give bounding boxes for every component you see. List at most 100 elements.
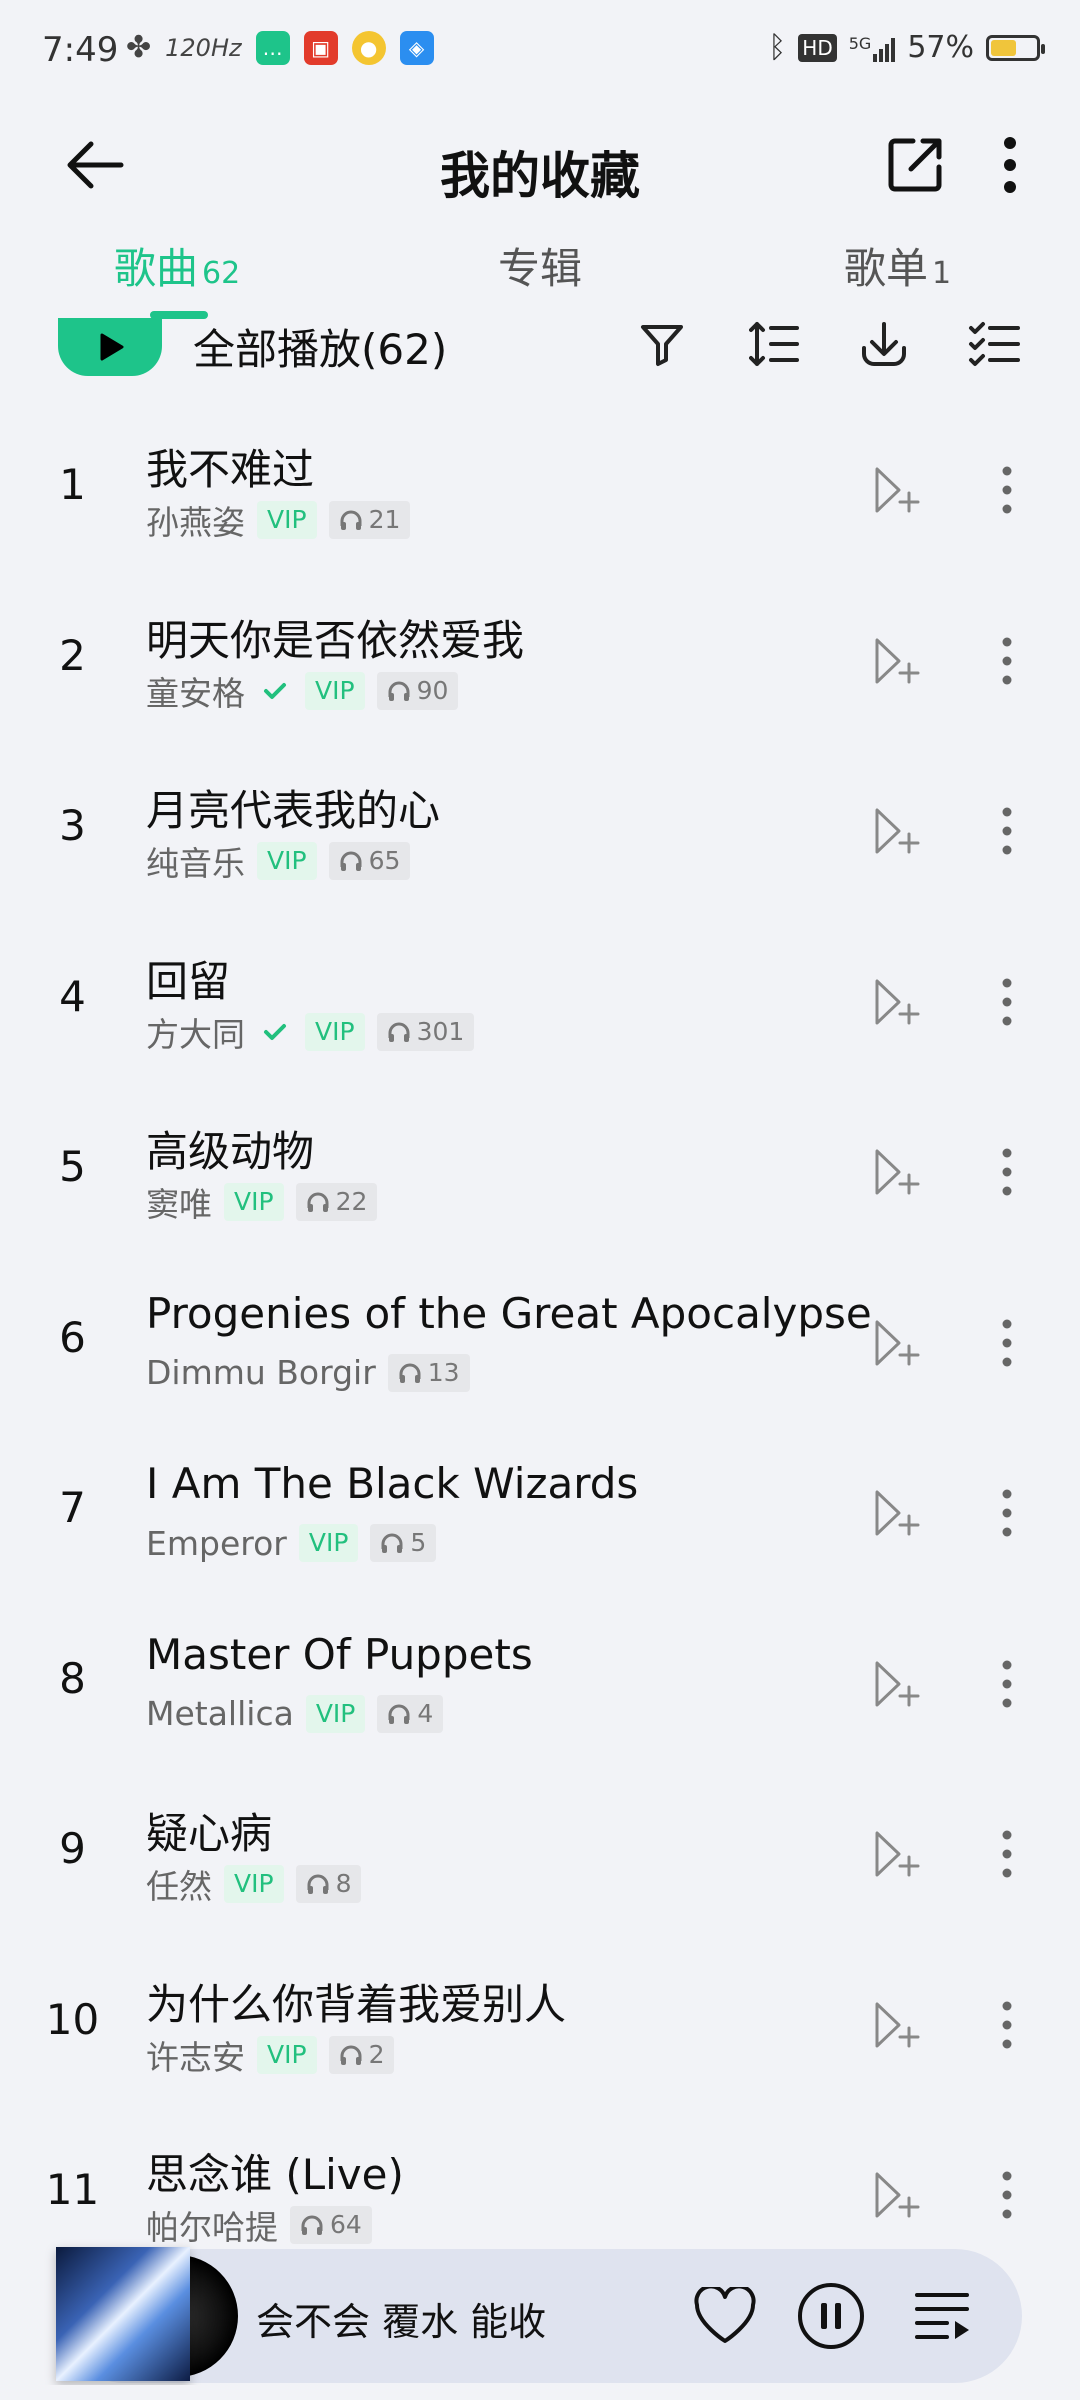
filter-button[interactable] (632, 314, 692, 374)
song-artist[interactable]: 童安格 (146, 667, 245, 715)
add-to-playlist-button[interactable] (868, 1826, 924, 1882)
song-row[interactable]: 7 I Am The Black Wizards Emperor VIP 5 (0, 1423, 1080, 1594)
song-artist[interactable]: 窦唯 (146, 1178, 212, 1226)
headphones-icon (307, 1192, 329, 1212)
add-to-playlist-button[interactable] (868, 803, 924, 859)
now-playing-title: 会不会 覆水 能收 (256, 2300, 547, 2344)
add-to-playlist-button[interactable] (868, 2167, 924, 2223)
song-row[interactable]: 5 高级动物 窦唯 VIP 22 (0, 1082, 1080, 1253)
add-to-playlist-icon (875, 2002, 920, 2047)
add-to-playlist-button[interactable] (868, 1656, 924, 1712)
headphones-icon (399, 1363, 421, 1383)
add-to-playlist-button[interactable] (868, 974, 924, 1030)
download-button[interactable] (854, 314, 914, 374)
headphones-icon (388, 681, 410, 701)
song-more-button[interactable] (985, 972, 1029, 1032)
song-more-button[interactable] (985, 1483, 1029, 1543)
song-artist[interactable]: Metallica (146, 1694, 294, 1733)
song-row[interactable]: 10 为什么你背着我爱别人 许志安 VIP 2 (0, 1935, 1080, 2106)
song-row[interactable]: 4 回留 方大同 VIP 301 (0, 912, 1080, 1083)
song-index: 10 (45, 1994, 100, 2044)
song-row[interactable]: 2 明天你是否依然爱我 童安格 VIP 90 (0, 571, 1080, 742)
sort-icon (749, 322, 799, 366)
like-button[interactable] (686, 2277, 764, 2355)
vip-badge: VIP (224, 1865, 284, 1903)
play-all-label[interactable]: 全部播放(62) (193, 316, 447, 377)
song-more-button[interactable] (985, 1995, 1029, 2055)
song-more-button[interactable] (985, 1142, 1029, 1202)
status-time: 7:49 (42, 30, 119, 70)
song-row[interactable]: 6 Progenies of the Great Apocalypse Dimm… (0, 1253, 1080, 1424)
song-row[interactable]: 9 疑心病 任然 VIP 8 (0, 1764, 1080, 1935)
add-to-playlist-button[interactable] (868, 1144, 924, 1200)
filter-icon (641, 325, 683, 366)
song-title: 我不难过 (146, 445, 315, 494)
more-options-button[interactable] (985, 130, 1035, 200)
song-more-button[interactable] (985, 1313, 1029, 1373)
song-artist[interactable]: 纯音乐 (146, 837, 245, 885)
multi-select-button[interactable] (964, 314, 1024, 374)
add-to-playlist-button[interactable] (868, 1997, 924, 2053)
mini-player[interactable]: 会不会 覆水 能收 (56, 2247, 1022, 2385)
song-artist[interactable]: Dimmu Borgir (146, 1353, 376, 1392)
tab-songs[interactable]: 歌曲 62 (114, 235, 240, 296)
song-meta: 方大同 VIP 301 (146, 1012, 475, 1054)
listen-count-badge: 65 (328, 842, 411, 880)
vip-badge: VIP (305, 671, 365, 710)
song-more-button[interactable] (985, 1654, 1029, 1714)
listen-count: 2 (368, 2039, 385, 2069)
song-more-button[interactable] (985, 801, 1029, 861)
tab-playlists[interactable]: 歌单 1 (844, 235, 951, 296)
play-all-button[interactable] (58, 318, 162, 376)
song-artist[interactable]: 任然 (146, 1860, 212, 1908)
add-to-playlist-icon (875, 1490, 920, 1536)
listen-count-badge: 2 (328, 2035, 395, 2074)
system-indicators: ᛒ HD 5G 57% (768, 30, 1045, 65)
song-more-button[interactable] (985, 631, 1029, 691)
song-artist[interactable]: Emperor (146, 1524, 287, 1563)
game-icon: ● (351, 30, 386, 65)
pause-button[interactable] (792, 2277, 870, 2355)
notification-icons: ✤ 120Hz … ▣ ● ◈ (126, 30, 434, 65)
song-artist[interactable]: 帕尔哈提 (146, 2201, 278, 2249)
add-to-playlist-icon (875, 808, 920, 854)
song-meta: Metallica VIP 4 (146, 1694, 444, 1734)
song-more-button[interactable] (985, 1824, 1029, 1884)
status-bar: 7:49 ✤ 120Hz … ▣ ● ◈ ᛒ HD 5G 57% (0, 0, 1080, 100)
listen-count-badge: 13 (387, 1353, 470, 1392)
sort-button[interactable] (744, 314, 804, 374)
battery-fill (991, 39, 1017, 56)
playlist-button[interactable] (904, 2277, 982, 2355)
add-to-playlist-icon (875, 1831, 920, 1877)
playlist-queue-icon (915, 2293, 969, 2339)
song-meta: Emperor VIP 5 (146, 1523, 437, 1563)
song-more-button[interactable] (985, 2165, 1029, 2225)
album-art-container[interactable] (56, 2247, 238, 2385)
fan-icon: ✤ (126, 30, 152, 65)
song-index: 2 (59, 630, 86, 680)
song-artist[interactable]: 孙燕姿 (146, 496, 245, 544)
add-to-playlist-button[interactable] (868, 633, 924, 689)
add-to-playlist-button[interactable] (868, 1315, 924, 1371)
song-index: 9 (59, 1824, 86, 1873)
listen-count: 22 (335, 1187, 368, 1216)
tab-albums[interactable]: 专辑 (498, 235, 582, 296)
add-to-playlist-button[interactable] (868, 1485, 924, 1541)
song-row[interactable]: 8 Master Of Puppets Metallica VIP 4 (0, 1594, 1080, 1765)
song-meta: 许志安 VIP 2 (146, 2035, 395, 2077)
add-to-playlist-icon (875, 638, 920, 683)
song-artist[interactable]: 许志安 (146, 2031, 245, 2079)
song-artist[interactable]: 方大同 (146, 1008, 245, 1056)
add-to-playlist-button[interactable] (868, 462, 924, 518)
network-label: 5G (848, 33, 872, 53)
listen-count: 5 (410, 1528, 427, 1557)
song-row[interactable]: 3 月亮代表我的心 纯音乐 VIP 65 (0, 741, 1080, 912)
song-row[interactable]: 1 我不难过 孙燕姿 VIP 21 (0, 400, 1080, 571)
vip-badge: VIP (257, 2035, 317, 2074)
share-button[interactable] (880, 130, 950, 200)
listen-count: 13 (427, 1357, 460, 1387)
more-vertical-icon (1002, 1489, 1012, 1537)
headphones-icon (301, 2215, 323, 2235)
song-more-button[interactable] (985, 460, 1029, 520)
shield-icon: ◈ (399, 30, 434, 65)
